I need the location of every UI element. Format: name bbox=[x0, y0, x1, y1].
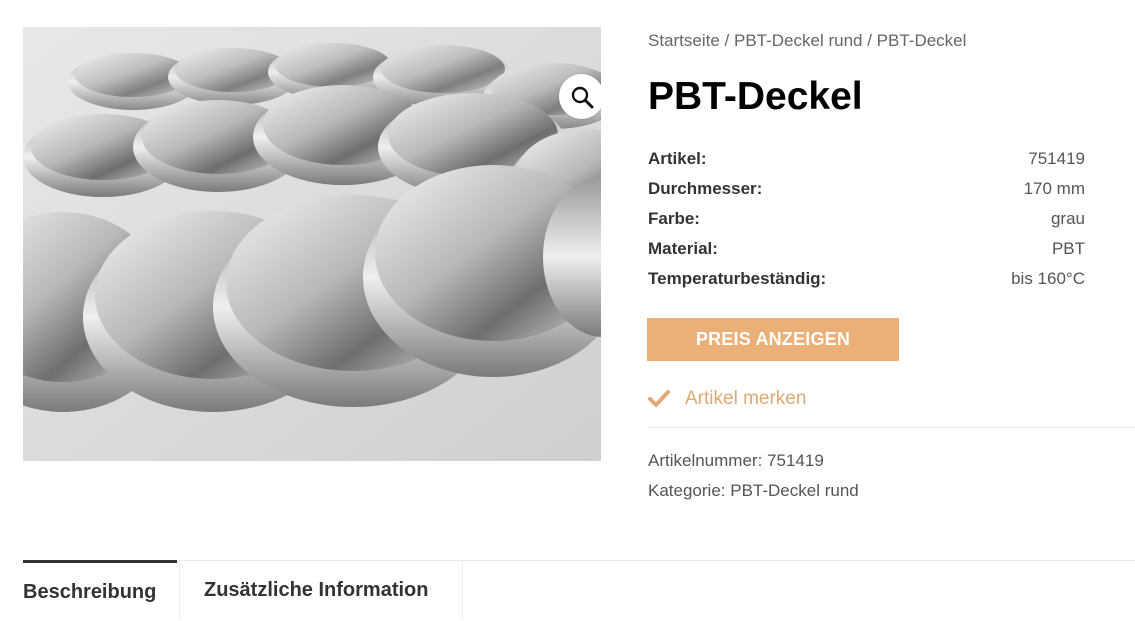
spec-row: Material: PBT bbox=[648, 234, 1085, 264]
wishlist-link[interactable]: Artikel merken bbox=[648, 384, 806, 414]
spec-row: Farbe: grau bbox=[648, 204, 1085, 234]
breadcrumb-home[interactable]: Startseite bbox=[648, 31, 720, 50]
tabs-border bbox=[23, 560, 1135, 561]
product-title: PBT-Deckel bbox=[648, 75, 863, 118]
checkmark-icon bbox=[648, 390, 670, 407]
breadcrumb-category[interactable]: PBT-Deckel rund bbox=[734, 31, 863, 50]
sku-value: 751419 bbox=[767, 451, 824, 470]
spec-row: Durchmesser: 170 mm bbox=[648, 174, 1085, 204]
category-line: Kategorie: PBT-Deckel rund bbox=[648, 481, 859, 501]
category-label: Kategorie: bbox=[648, 481, 726, 500]
spec-value: 751419 bbox=[1028, 149, 1085, 168]
spec-label: Material: bbox=[648, 239, 718, 258]
breadcrumb: Startseite / PBT-Deckel rund / PBT-Decke… bbox=[648, 31, 966, 51]
zoom-button[interactable] bbox=[559, 74, 601, 119]
spec-row: Artikel: 751419 bbox=[648, 144, 1085, 174]
sku-label: Artikelnummer: bbox=[648, 451, 763, 470]
spec-label: Artikel: bbox=[648, 149, 707, 168]
tab-description[interactable]: Beschreibung bbox=[23, 560, 177, 621]
spec-value: 170 mm bbox=[1023, 179, 1085, 198]
spec-label: Temperaturbeständig: bbox=[648, 269, 827, 288]
product-image[interactable] bbox=[23, 27, 601, 461]
tab-label: Beschreibung bbox=[23, 580, 157, 603]
tab-separator bbox=[462, 561, 463, 619]
sku-line: Artikelnummer: 751419 bbox=[648, 451, 824, 471]
spec-value: PBT bbox=[1051, 239, 1085, 258]
spec-value: bis 160°C bbox=[1011, 269, 1085, 288]
breadcrumb-current: PBT-Deckel bbox=[876, 31, 967, 50]
spec-label: Durchmesser: bbox=[648, 179, 763, 198]
wishlist-label: Artikel merken bbox=[685, 388, 807, 409]
divider bbox=[648, 427, 1135, 428]
tab-label: Zusätzliche Information bbox=[204, 578, 429, 601]
tab-additional-information[interactable]: Zusätzliche Information bbox=[204, 561, 428, 619]
spec-table: Artikel: 751419 Durchmesser: 170 mm Farb… bbox=[648, 144, 1085, 294]
tab-separator bbox=[179, 561, 180, 619]
show-price-button[interactable]: PREIS ANZEIGEN bbox=[647, 318, 899, 361]
spec-value: grau bbox=[1050, 209, 1085, 228]
product-photo bbox=[23, 27, 601, 461]
spec-row: Temperaturbeständig: bis 160°C bbox=[648, 264, 1085, 294]
spec-label: Farbe: bbox=[648, 209, 700, 228]
category-link[interactable]: PBT-Deckel rund bbox=[730, 481, 859, 500]
breadcrumb-separator: / bbox=[719, 31, 734, 50]
zoom-icon bbox=[571, 86, 593, 108]
breadcrumb-separator: / bbox=[862, 31, 877, 50]
